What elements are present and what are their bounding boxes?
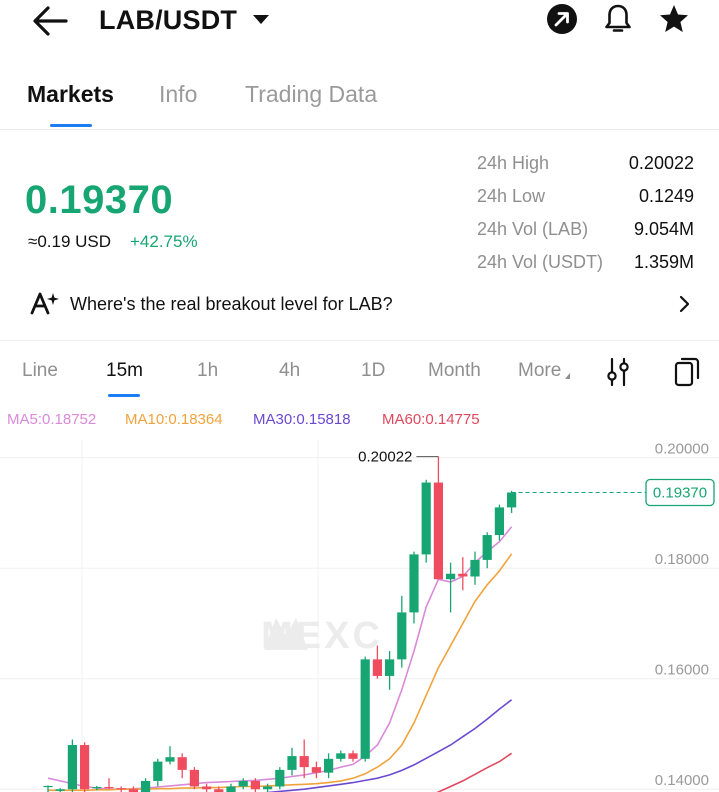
ma10-label: MA10:0.18364 <box>125 411 223 428</box>
candle-body <box>80 745 90 790</box>
interval-line[interactable]: Line <box>22 360 58 382</box>
stat-value-24h-high: 0.20022 <box>628 153 694 173</box>
candle-body <box>226 786 236 792</box>
candle-body <box>372 659 382 676</box>
stat-label-24h-high: 24h High <box>477 153 550 173</box>
star-icon[interactable] <box>657 2 691 36</box>
interval-4h[interactable]: 4h <box>279 360 300 382</box>
y-tick-label: 0.20000 <box>655 441 709 458</box>
stat-label-24h-low: 24h Low <box>477 186 546 206</box>
candle-body <box>104 787 114 789</box>
candle-body <box>299 756 309 768</box>
section-tabs: Markets Info Trading Data <box>0 72 719 130</box>
candle-body <box>494 507 504 536</box>
candle-body <box>385 659 395 676</box>
candle-body <box>287 756 297 770</box>
top-bar: LAB/USDT <box>0 0 719 42</box>
interval-1h[interactable]: 1h <box>197 360 218 382</box>
interval-more[interactable]: More <box>518 360 561 382</box>
high-price-label: 0.20022 <box>358 449 412 466</box>
more-caret-icon <box>565 373 570 379</box>
ai-insight-text: Where's the real breakout level for LAB? <box>70 294 393 314</box>
candle-body <box>324 758 334 773</box>
candle-body <box>67 745 77 790</box>
candle-body <box>360 659 370 759</box>
pair-title[interactable]: LAB/USDT <box>99 5 237 36</box>
candle-body <box>250 780 260 790</box>
candle-body <box>446 573 456 580</box>
stat-label-24h-vol-usdt: 24h Vol (USDT) <box>477 252 604 272</box>
tab-info[interactable]: Info <box>159 81 197 108</box>
stat-value-24h-vol-usdt: 1.359M <box>633 252 694 272</box>
candle-body <box>177 757 187 770</box>
candle-body <box>458 573 468 577</box>
chevron-right-icon <box>679 295 690 313</box>
interval-month[interactable]: Month <box>428 360 481 382</box>
candle-body <box>470 559 480 577</box>
stat-value-24h-vol-lab: 9.054M <box>633 219 694 239</box>
ai-sparkle-icon <box>30 292 59 315</box>
ma-line-ma60 <box>436 752 513 792</box>
candle-body <box>55 789 65 791</box>
last-price-tag-label: 0.19370 <box>653 484 707 501</box>
candle-body <box>165 757 175 762</box>
candle-body <box>348 753 358 759</box>
candle-body <box>433 482 443 580</box>
candle-body <box>421 482 431 555</box>
candle-body <box>92 787 102 789</box>
candle-body <box>189 769 199 787</box>
stat-label-24h-vol-lab: 24h Vol (LAB) <box>477 219 589 239</box>
price-change-percent: +42.75% <box>130 232 198 251</box>
fullscreen-chart-icon[interactable] <box>673 356 701 388</box>
candle-body <box>141 780 151 792</box>
y-tick-label: 0.18000 <box>655 551 709 568</box>
candle-body <box>275 769 285 787</box>
interval-bar: Line 15m 1h 4h 1D Month More <box>0 352 719 400</box>
candle-body <box>336 753 346 759</box>
interval-1d[interactable]: 1D <box>361 360 385 382</box>
candle-body <box>202 786 212 790</box>
share-arrow-icon[interactable] <box>545 2 579 36</box>
last-price: 0.19370 <box>25 178 174 222</box>
candle-body <box>311 767 321 773</box>
tab-trading-data[interactable]: Trading Data <box>245 81 377 108</box>
stat-value-24h-low: 0.1249 <box>638 186 694 206</box>
candle-body <box>263 786 273 790</box>
ai-insight-row[interactable]: Where's the real breakout level for LAB? <box>0 282 719 328</box>
indicator-settings-icon[interactable] <box>604 356 632 388</box>
candle-body <box>238 780 248 787</box>
candle-body <box>482 535 492 560</box>
candle-body <box>507 492 517 508</box>
ma60-label: MA60:0.14775 <box>382 411 480 428</box>
active-interval-indicator <box>108 394 140 397</box>
candle-body <box>153 761 163 781</box>
active-tab-indicator <box>50 124 92 127</box>
y-tick-label: 0.16000 <box>655 662 709 679</box>
candle-body <box>116 788 126 790</box>
candle-body <box>397 612 407 660</box>
tab-markets[interactable]: Markets <box>27 81 114 108</box>
usd-equivalent: ≈0.19 USD <box>28 232 112 251</box>
candle-body <box>409 554 419 613</box>
divider <box>0 340 719 341</box>
caret-down-icon[interactable] <box>253 15 269 24</box>
candle-body <box>43 785 53 788</box>
y-tick-label: 0.14000 <box>655 772 709 789</box>
back-arrow-icon[interactable] <box>30 4 70 38</box>
interval-15m[interactable]: 15m <box>106 360 143 382</box>
ma30-label: MA30:0.15818 <box>253 411 351 428</box>
ma-line-ma10 <box>48 553 513 792</box>
candlestick-chart[interactable]: 0.200000.180000.160000.14000MEXC0.200220… <box>0 440 719 792</box>
bell-icon[interactable] <box>601 2 635 36</box>
ma5-label: MA5:0.18752 <box>7 411 97 428</box>
